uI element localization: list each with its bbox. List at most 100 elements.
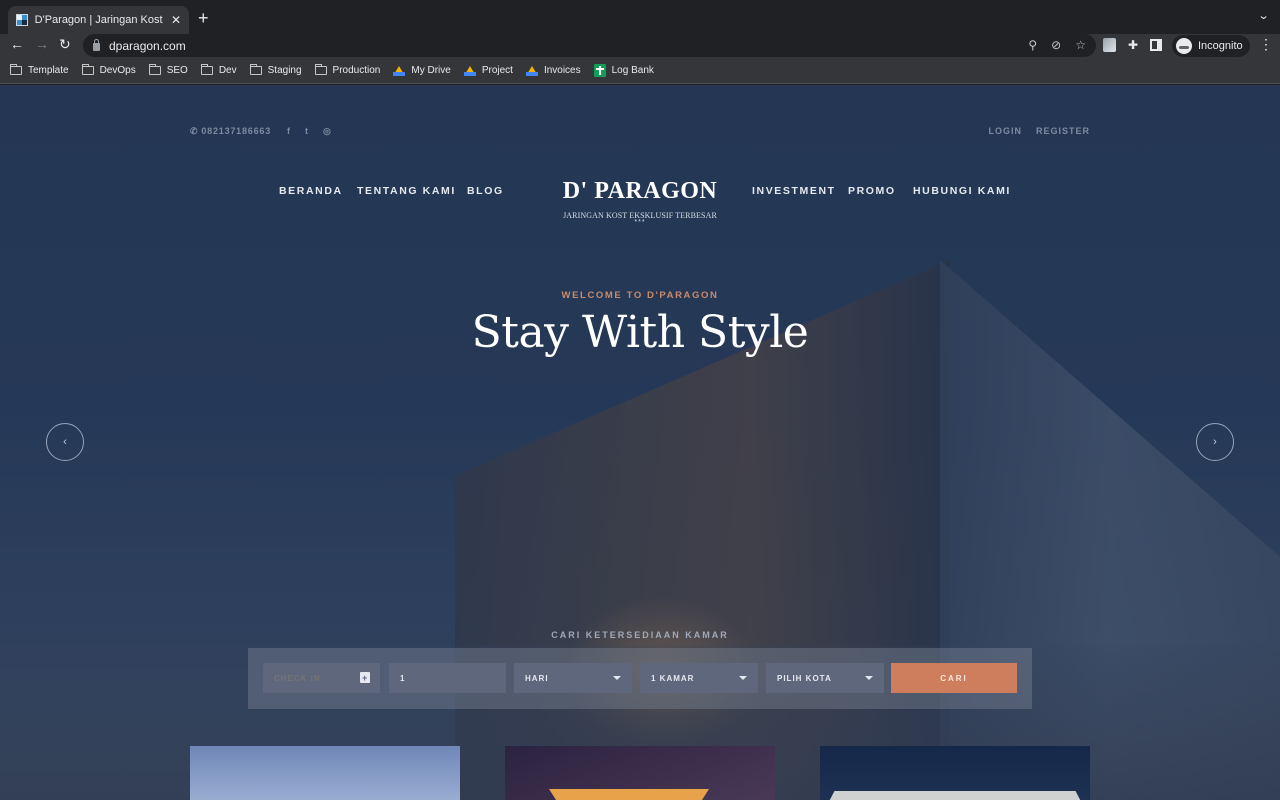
phone-icon: ✆ (190, 125, 199, 136)
rooms-select[interactable]: 1 KAMAR (640, 663, 758, 693)
folder-icon (200, 64, 213, 75)
city-value: PILIH KOTA (777, 673, 832, 683)
bookmark-seo[interactable]: SEO (148, 64, 188, 76)
phone-contact[interactable]: ✆ 082137186663 (190, 126, 271, 137)
browser-toolbar: ← → ↻ dparagon.com ⚲ ⊘ ☆ ✚ Incognito ⋮ (0, 34, 1280, 58)
google-sheets-icon (593, 64, 606, 77)
bookmark-production[interactable]: Production (314, 64, 381, 76)
browser-tab-active[interactable]: D'Paragon | Jaringan Kost Eksklusif Terb… (8, 6, 189, 34)
google-drive-icon (525, 65, 538, 76)
bookmark-label: SEO (166, 65, 188, 76)
tab-title: D'Paragon | Jaringan Kost Eksklusif Terb… (34, 14, 165, 26)
bookmark-staging[interactable]: Staging (249, 64, 302, 76)
folder-icon (314, 64, 327, 75)
bookmarks-bar: Template DevOps SEO Dev Staging Producti… (0, 58, 1280, 84)
nav-blog[interactable]: BLOG (467, 185, 504, 197)
property-card-image[interactable] (505, 746, 775, 800)
hero-eyebrow: WELCOME TO D'PARAGON (561, 290, 719, 301)
browser-menu-icon[interactable]: ⋮ (1259, 37, 1273, 51)
site-topbar: ✆ 082137186663 f t ◎ LOGIN REGISTER (190, 124, 1090, 138)
incognito-profile-button[interactable]: Incognito (1172, 35, 1250, 57)
nav-tentang-kami[interactable]: TENTANG KAMI (357, 185, 456, 197)
caret-down-icon (739, 676, 747, 680)
bookmark-invoices[interactable]: Invoices (525, 65, 581, 76)
bookmark-label: Staging (267, 65, 302, 76)
instagram-icon[interactable]: ◎ (323, 126, 331, 137)
property-card-image[interactable] (820, 746, 1090, 800)
extensions-puzzle-icon[interactable]: ✚ (1128, 38, 1138, 52)
url-text[interactable]: dparagon.com (109, 39, 186, 53)
google-drive-icon (393, 65, 406, 76)
phone-number: 082137186663 (201, 126, 272, 136)
tab-close-icon[interactable]: ✕ (171, 13, 181, 27)
login-link[interactable]: LOGIN (988, 126, 1022, 136)
folder-icon (249, 64, 262, 75)
tab-search-chevron-icon[interactable]: ⌄ (1257, 9, 1269, 22)
bookmark-devops[interactable]: DevOps (81, 64, 136, 76)
duration-unit-select[interactable]: HARI (514, 663, 632, 693)
hero-headline: Stay With Style (471, 307, 809, 358)
chevron-left-icon: ‹ (63, 436, 67, 448)
city-select[interactable]: PILIH KOTA (766, 663, 884, 693)
bookmark-template[interactable]: Template (10, 64, 69, 76)
register-link[interactable]: REGISTER (1036, 126, 1090, 136)
social-links: f t ◎ (287, 126, 331, 137)
nav-investment[interactable]: INVESTMENT (752, 185, 836, 197)
facebook-icon[interactable]: f (287, 126, 290, 137)
site-favicon-icon (16, 14, 28, 26)
bookmark-label: Template (28, 65, 69, 76)
extension-icon[interactable] (1103, 38, 1116, 52)
incognito-avatar-icon (1176, 38, 1192, 54)
side-panel-icon[interactable] (1150, 39, 1163, 51)
site-logo[interactable]: D' PARAGON JARINGAN KOST EKSKLUSIF TERBE… (540, 178, 740, 226)
bookmark-dev[interactable]: Dev (200, 64, 237, 76)
caret-down-icon (613, 676, 621, 680)
reload-icon[interactable]: ↻ (59, 36, 71, 53)
nav-hubungi-kami[interactable]: HUBUNGI KAMI (913, 185, 1011, 197)
bookmark-project[interactable]: Project (463, 65, 513, 76)
folder-icon (148, 64, 161, 75)
bookmark-star-icon[interactable]: ☆ (1075, 38, 1086, 52)
rooms-value: 1 KAMAR (651, 673, 695, 683)
bookmark-label: My Drive (411, 65, 451, 76)
google-drive-icon (463, 65, 476, 76)
twitter-icon[interactable]: t (305, 126, 308, 137)
bookmark-label: Log Bank (611, 65, 654, 76)
address-bar[interactable]: dparagon.com ⚲ ⊘ ☆ (83, 34, 1096, 57)
duration-field[interactable] (389, 663, 506, 693)
bookmark-label: Production (332, 65, 381, 76)
duration-unit-value: HARI (525, 673, 549, 683)
tracking-blocked-eye-icon[interactable]: ⊘ (1051, 38, 1061, 52)
availability-search-form: HARI 1 KAMAR PILIH KOTA CARI (248, 648, 1032, 709)
new-tab-button[interactable]: + (198, 8, 209, 28)
nav-promo[interactable]: PROMO (848, 185, 896, 197)
slider-prev-button[interactable]: ‹ (46, 423, 84, 461)
lock-icon[interactable] (93, 38, 100, 51)
location-pin-icon[interactable]: ⚲ (1028, 38, 1037, 52)
calendar-plus-icon[interactable] (360, 672, 370, 683)
nav-beranda[interactable]: BERANDA (279, 185, 343, 197)
bookmark-label: DevOps (99, 65, 136, 76)
search-submit-button[interactable]: CARI (891, 663, 1017, 693)
chevron-right-icon: › (1213, 436, 1217, 448)
folder-icon (10, 64, 22, 75)
bookmark-log-bank[interactable]: Log Bank (593, 64, 654, 77)
bookmark-label: Project (481, 65, 513, 76)
bookmark-label: Dev (218, 65, 237, 76)
incognito-label: Incognito (1198, 40, 1243, 52)
availability-search-label: CARI KETERSEDIAAN KAMAR (551, 630, 729, 640)
web-page: ✆ 082137186663 f t ◎ LOGIN REGISTER BERA… (0, 85, 1280, 800)
bookmark-label: Invoices (543, 65, 581, 76)
auth-links: LOGIN REGISTER (988, 126, 1090, 136)
caret-down-icon (865, 676, 873, 680)
duration-input[interactable] (400, 673, 506, 683)
bookmark-my-drive[interactable]: My Drive (393, 65, 451, 76)
forward-arrow-icon[interactable]: → (35, 36, 49, 52)
folder-icon (81, 64, 94, 75)
logo-title: D' PARAGON (562, 178, 718, 204)
check-in-field[interactable] (263, 663, 380, 693)
property-card-image[interactable] (190, 746, 460, 800)
back-arrow-icon[interactable]: ← (10, 36, 24, 52)
browser-tabstrip: D'Paragon | Jaringan Kost Eksklusif Terb… (0, 0, 1280, 34)
slider-next-button[interactable]: › (1196, 423, 1234, 461)
